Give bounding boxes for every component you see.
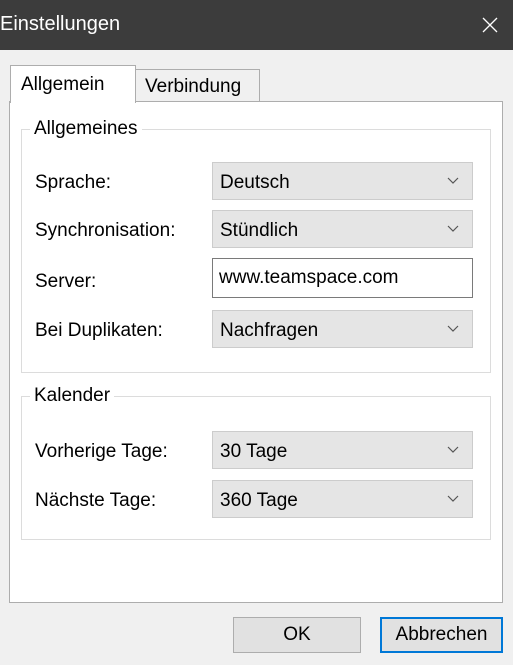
duplicates-select-value: Nachfragen bbox=[220, 320, 319, 341]
close-button[interactable] bbox=[467, 0, 513, 50]
next-days-select[interactable]: 360 Tage bbox=[212, 480, 473, 518]
server-input[interactable] bbox=[212, 258, 473, 298]
title-bar: Einstellungen bbox=[0, 0, 513, 50]
duplicates-select[interactable]: Nachfragen bbox=[212, 310, 473, 348]
language-select-value: Deutsch bbox=[220, 172, 290, 193]
next-days-label: Nächste Tage: bbox=[35, 490, 157, 511]
previous-days-select-value: 30 Tage bbox=[220, 441, 288, 462]
language-select[interactable]: Deutsch bbox=[212, 162, 473, 200]
previous-days-label: Vorherige Tage: bbox=[35, 441, 168, 462]
cancel-button[interactable]: Abbrechen bbox=[380, 617, 503, 653]
previous-days-select[interactable]: 30 Tage bbox=[212, 431, 473, 469]
server-label: Server: bbox=[35, 271, 97, 292]
close-icon bbox=[482, 17, 498, 33]
chevron-down-icon bbox=[447, 446, 459, 453]
sync-select-value: Stündlich bbox=[220, 220, 299, 241]
tab-allgemein[interactable]: Allgemein bbox=[10, 65, 136, 103]
chevron-down-icon bbox=[447, 177, 459, 184]
sync-label: Synchronisation: bbox=[35, 220, 176, 241]
tab-verbindung[interactable]: Verbindung bbox=[135, 69, 260, 102]
window-title: Einstellungen bbox=[0, 13, 121, 35]
chevron-down-icon bbox=[447, 495, 459, 502]
next-days-select-value: 360 Tage bbox=[220, 490, 298, 511]
sync-select[interactable]: Stündlich bbox=[212, 210, 473, 248]
chevron-down-icon bbox=[447, 225, 459, 232]
tab-allgemein-label: Allgemein bbox=[21, 74, 105, 95]
tab-panel: Allgemeines Sprache: Deutsch Synchronisa… bbox=[9, 101, 503, 603]
group-allgemeines-legend: Allgemeines bbox=[34, 118, 138, 139]
tab-verbindung-label: Verbindung bbox=[145, 76, 242, 97]
chevron-down-icon bbox=[447, 325, 459, 332]
duplicates-label: Bei Duplikaten: bbox=[35, 320, 163, 341]
ok-button[interactable]: OK bbox=[233, 617, 361, 653]
language-label: Sprache: bbox=[35, 172, 112, 193]
group-kalender-legend: Kalender bbox=[34, 385, 111, 406]
